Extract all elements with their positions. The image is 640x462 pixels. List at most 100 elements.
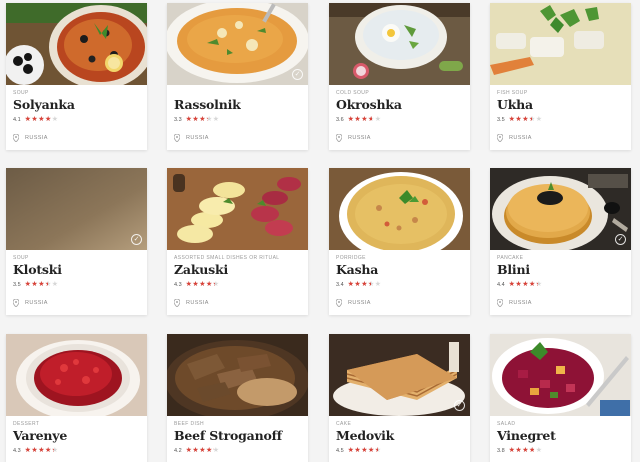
star-rating-icon: ★★★★★★★★★★	[185, 447, 220, 454]
dish-image[interactable]: ✓	[490, 334, 631, 416]
country[interactable]: Russia	[336, 134, 371, 142]
dish-card[interactable]: ✓ Fish soupUkha 3.5★★★★★★★★★★ Russia	[490, 3, 631, 150]
rating-value: 4.4	[497, 282, 505, 288]
dish-category: Dessert	[13, 421, 40, 427]
star-rating-icon: ★★★★★★★★★★	[185, 116, 220, 123]
rating-value: 3.5	[497, 117, 505, 123]
dish-title[interactable]: Klotski	[13, 262, 62, 277]
dish-image[interactable]: ✓	[329, 3, 470, 85]
star-rating-icon: ★★★★★★★★★★	[508, 447, 543, 454]
dish-category: Assorted small dishes or ritual	[174, 255, 280, 261]
location-pin-icon	[13, 134, 19, 142]
country[interactable]: Russia	[13, 299, 48, 307]
location-pin-icon	[174, 134, 180, 142]
dish-image[interactable]: ✓	[167, 3, 308, 85]
checkmark-icon[interactable]: ✓	[454, 400, 465, 411]
dish-title[interactable]: Okroshka	[336, 97, 402, 112]
dish-image[interactable]: ✓	[490, 168, 631, 250]
dish-image[interactable]: ✓	[329, 168, 470, 250]
country-label: Russia	[348, 135, 371, 141]
star-rating-icon: ★★★★★★★★★★	[347, 281, 382, 288]
star-rating-icon: ★★★★★★★★★★	[24, 281, 59, 288]
dish-title[interactable]: Medovik	[336, 428, 394, 443]
dish-category: Soup	[13, 255, 29, 261]
location-pin-icon	[497, 134, 503, 142]
country-label: Russia	[25, 300, 48, 306]
country[interactable]: Russia	[13, 134, 48, 142]
dish-category: Salad	[497, 421, 516, 427]
dish-card[interactable]: ✓ Rassolnik 3.3★★★★★★★★★★ Russia	[167, 3, 308, 150]
dish-category: Fish soup	[497, 90, 528, 96]
country-label: Russia	[25, 135, 48, 141]
country-label: Russia	[509, 300, 532, 306]
dish-category: Pancake	[497, 255, 524, 261]
star-rating-icon: ★★★★★★★★★★	[508, 281, 543, 288]
dish-image[interactable]: ✓	[6, 168, 147, 250]
dish-title[interactable]: Varenye	[13, 428, 67, 443]
dish-title[interactable]: Vinegret	[497, 428, 556, 443]
rating: 4.2★★★★★★★★★★	[174, 447, 220, 455]
country[interactable]: Russia	[336, 299, 371, 307]
rating-value: 4.3	[174, 282, 182, 288]
star-rating-icon: ★★★★★★★★★★	[24, 447, 59, 454]
rating-value: 3.6	[336, 117, 344, 123]
dish-card[interactable]: ✓Beef dishBeef Stroganoff4.2★★★★★★★★★★Ru…	[167, 334, 308, 462]
dish-card[interactable]: ✓ SoupSolyanka 4.1★★★★★★★★★★ Russia	[6, 3, 147, 150]
rating: 3.3★★★★★★★★★★	[174, 116, 220, 124]
rating-value: 4.3	[13, 448, 21, 454]
dish-card[interactable]: ✓ PorridgeKasha 3.4★★★★★★★★★★ Russia	[329, 168, 470, 315]
star-rating-icon: ★★★★★★★★★★	[185, 281, 220, 288]
dish-title[interactable]: Solyanka	[13, 97, 75, 112]
dish-title[interactable]: Ukha	[497, 97, 533, 112]
dish-grid: ✓SoupSolyanka4.1★★★★★★★★★★Russia ✓Rassol…	[0, 0, 640, 462]
star-rating-icon: ★★★★★★★★★★	[24, 116, 59, 123]
dish-image[interactable]: ✓	[6, 3, 147, 85]
dish-card[interactable]: ✓CakeMedovik4.5★★★★★★★★★★Russia	[329, 334, 470, 462]
rating: 3.8★★★★★★★★★★	[497, 447, 543, 455]
dish-image[interactable]: ✓	[490, 3, 631, 85]
country[interactable]: Russia	[174, 299, 209, 307]
rating-value: 4.2	[174, 448, 182, 454]
dish-image[interactable]: ✓	[329, 334, 470, 416]
rating-value: 3.3	[174, 117, 182, 123]
location-pin-icon	[497, 299, 503, 307]
dish-category: Soup	[13, 90, 29, 96]
country-label: Russia	[509, 135, 532, 141]
dish-title[interactable]: Blini	[497, 262, 530, 277]
country-label: Russia	[186, 135, 209, 141]
checkmark-icon[interactable]: ✓	[292, 69, 303, 80]
rating: 4.5★★★★★★★★★★	[336, 447, 382, 455]
dish-card[interactable]: ✓SaladVinegret3.8★★★★★★★★★★Russia	[490, 334, 631, 462]
dish-title[interactable]: Kasha	[336, 262, 378, 277]
rating-value: 3.5	[13, 282, 21, 288]
dish-title[interactable]: Beef Stroganoff	[174, 428, 282, 443]
country-label: Russia	[348, 300, 371, 306]
checkmark-icon[interactable]: ✓	[131, 234, 142, 245]
dish-card[interactable]: ✓ PancakeBlini 4.4★★★★★★★★★★ Russia	[490, 168, 631, 315]
rating: 3.4★★★★★★★★★★	[336, 281, 382, 289]
dish-image[interactable]: ✓	[6, 334, 147, 416]
rating: 4.3★★★★★★★★★★	[13, 447, 59, 455]
dish-image[interactable]: ✓	[167, 334, 308, 416]
country[interactable]: Russia	[497, 134, 532, 142]
rating: 4.4★★★★★★★★★★	[497, 281, 543, 289]
dish-title[interactable]: Zakuski	[174, 262, 228, 277]
checkmark-icon[interactable]: ✓	[615, 234, 626, 245]
country[interactable]: Russia	[174, 134, 209, 142]
dish-category: Porridge	[336, 255, 366, 261]
rating: 4.1★★★★★★★★★★	[13, 116, 59, 124]
rating-value: 4.5	[336, 448, 344, 454]
dish-category: Cold soup	[336, 90, 370, 96]
dish-card[interactable]: ✓DessertVarenye4.3★★★★★★★★★★Russia	[6, 334, 147, 462]
dish-card[interactable]: ✓ SoupKlotski 3.5★★★★★★★★★★ Russia	[6, 168, 147, 315]
dish-image[interactable]: ✓	[167, 168, 308, 250]
country[interactable]: Russia	[497, 299, 532, 307]
rating: 3.5★★★★★★★★★★	[497, 116, 543, 124]
star-rating-icon: ★★★★★★★★★★	[347, 116, 382, 123]
rating-value: 3.8	[497, 448, 505, 454]
dish-card[interactable]: ✓ Cold soupOkroshka 3.6★★★★★★★★★★ Russia	[329, 3, 470, 150]
location-pin-icon	[174, 299, 180, 307]
location-pin-icon	[336, 134, 342, 142]
dish-card[interactable]: ✓ Assorted small dishes or ritualZakuski 4…	[167, 168, 308, 315]
dish-title[interactable]: Rassolnik	[174, 97, 241, 112]
